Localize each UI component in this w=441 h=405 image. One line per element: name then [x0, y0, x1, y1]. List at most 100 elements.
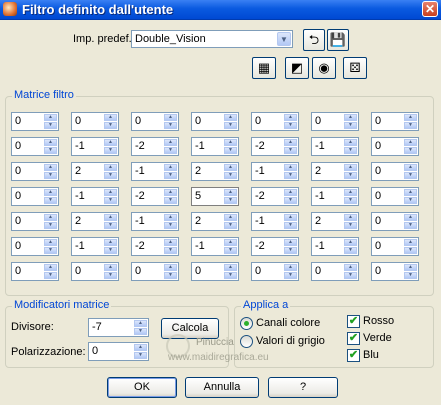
- spin-up-icon[interactable]: ▲: [344, 239, 357, 246]
- matrix-cell[interactable]: 0 ▲ ▼: [371, 162, 419, 181]
- matrix-cell[interactable]: -1 ▲ ▼: [251, 162, 299, 181]
- spin-down-icon[interactable]: ▼: [164, 147, 177, 154]
- random-button[interactable]: ⚄: [343, 57, 367, 79]
- help-button[interactable]: ?: [268, 377, 338, 398]
- spin-down-icon[interactable]: ▼: [224, 147, 237, 154]
- spin-up-icon[interactable]: ▲: [104, 139, 117, 146]
- matrix-cell[interactable]: -1 ▲ ▼: [131, 212, 179, 231]
- spin-down-icon[interactable]: ▼: [344, 272, 357, 279]
- restore-preset-button[interactable]: ⮌: [303, 29, 325, 51]
- matrix-cell[interactable]: 0 ▲ ▼: [371, 187, 419, 206]
- spin-down-icon[interactable]: ▼: [344, 122, 357, 129]
- spin-down-icon[interactable]: ▼: [284, 122, 297, 129]
- spin-down-icon[interactable]: ▼: [404, 197, 417, 204]
- matrix-cell[interactable]: 0 ▲ ▼: [251, 262, 299, 281]
- spin-up-icon[interactable]: ▲: [224, 264, 237, 271]
- matrix-cell[interactable]: 0 ▲ ▼: [371, 262, 419, 281]
- spin-up-icon[interactable]: ▲: [134, 320, 147, 327]
- matrix-cell[interactable]: 0 ▲ ▼: [371, 137, 419, 156]
- cancel-button[interactable]: Annulla: [185, 377, 259, 398]
- spin-up-icon[interactable]: ▲: [344, 139, 357, 146]
- preset-dropdown[interactable]: Double_Vision ▼: [131, 30, 293, 48]
- spin-down-icon[interactable]: ▼: [44, 222, 57, 229]
- matrix-cell[interactable]: 0 ▲ ▼: [371, 212, 419, 231]
- spin-up-icon[interactable]: ▲: [224, 139, 237, 146]
- spin-down-icon[interactable]: ▼: [404, 272, 417, 279]
- spin-down-icon[interactable]: ▼: [224, 122, 237, 129]
- spin-up-icon[interactable]: ▲: [104, 239, 117, 246]
- spin-up-icon[interactable]: ▲: [344, 264, 357, 271]
- spin-up-icon[interactable]: ▲: [404, 139, 417, 146]
- spin-up-icon[interactable]: ▲: [344, 164, 357, 171]
- matrix-cell[interactable]: -1 ▲ ▼: [311, 187, 359, 206]
- film-button[interactable]: ▦: [252, 57, 276, 79]
- spin-up-icon[interactable]: ▲: [104, 164, 117, 171]
- spin-down-icon[interactable]: ▼: [104, 222, 117, 229]
- matrix-cell[interactable]: 2 ▲ ▼: [71, 162, 119, 181]
- spin-down-icon[interactable]: ▼: [224, 172, 237, 179]
- spin-down-icon[interactable]: ▼: [104, 147, 117, 154]
- blue-checkbox[interactable]: ✔: [347, 349, 360, 362]
- spin-down-icon[interactable]: ▼: [224, 197, 237, 204]
- spin-up-icon[interactable]: ▲: [404, 164, 417, 171]
- spin-up-icon[interactable]: ▲: [44, 239, 57, 246]
- spin-down-icon[interactable]: ▼: [164, 222, 177, 229]
- spin-up-icon[interactable]: ▲: [164, 114, 177, 121]
- save-preset-button[interactable]: 💾: [327, 29, 349, 51]
- spin-down-icon[interactable]: ▼: [104, 272, 117, 279]
- matrix-cell[interactable]: -1 ▲ ▼: [311, 237, 359, 256]
- spin-down-icon[interactable]: ▼: [44, 122, 57, 129]
- spin-up-icon[interactable]: ▲: [164, 239, 177, 246]
- spin-up-icon[interactable]: ▲: [164, 214, 177, 221]
- spin-down-icon[interactable]: ▼: [344, 147, 357, 154]
- spin-up-icon[interactable]: ▲: [284, 139, 297, 146]
- matrix-cell[interactable]: 0 ▲ ▼: [11, 112, 59, 131]
- matrix-cell[interactable]: 0 ▲ ▼: [11, 187, 59, 206]
- matrix-cell[interactable]: -2 ▲ ▼: [251, 237, 299, 256]
- matrix-cell[interactable]: -1 ▲ ▼: [251, 212, 299, 231]
- matrix-cell[interactable]: 0 ▲ ▼: [251, 112, 299, 131]
- spin-up-icon[interactable]: ▲: [224, 214, 237, 221]
- spin-up-icon[interactable]: ▲: [404, 214, 417, 221]
- matrix-cell[interactable]: 0 ▲ ▼: [71, 262, 119, 281]
- bias-spinner[interactable]: 0 ▲ ▼: [88, 342, 149, 361]
- spin-up-icon[interactable]: ▲: [44, 264, 57, 271]
- matrix-cell[interactable]: 0 ▲ ▼: [371, 237, 419, 256]
- spin-down-icon[interactable]: ▼: [134, 328, 147, 335]
- spin-down-icon[interactable]: ▼: [284, 247, 297, 254]
- matrix-cell[interactable]: 0 ▲ ▼: [191, 112, 239, 131]
- matrix-cell[interactable]: -2 ▲ ▼: [251, 137, 299, 156]
- matrix-cell[interactable]: 0 ▲ ▼: [11, 212, 59, 231]
- spin-up-icon[interactable]: ▲: [404, 239, 417, 246]
- spin-up-icon[interactable]: ▲: [104, 264, 117, 271]
- matrix-cell[interactable]: -2 ▲ ▼: [131, 187, 179, 206]
- spin-down-icon[interactable]: ▼: [44, 197, 57, 204]
- matrix-cell[interactable]: 0 ▲ ▼: [71, 112, 119, 131]
- matrix-cell[interactable]: -1 ▲ ▼: [311, 137, 359, 156]
- spin-up-icon[interactable]: ▲: [224, 239, 237, 246]
- matrix-cell[interactable]: 0 ▲ ▼: [131, 112, 179, 131]
- spin-down-icon[interactable]: ▼: [104, 172, 117, 179]
- spin-up-icon[interactable]: ▲: [104, 189, 117, 196]
- spin-up-icon[interactable]: ▲: [404, 114, 417, 121]
- spin-down-icon[interactable]: ▼: [104, 197, 117, 204]
- spin-up-icon[interactable]: ▲: [404, 189, 417, 196]
- spin-down-icon[interactable]: ▼: [404, 247, 417, 254]
- green-checkbox[interactable]: ✔: [347, 332, 360, 345]
- spin-down-icon[interactable]: ▼: [284, 272, 297, 279]
- matrix-cell[interactable]: -2 ▲ ▼: [131, 237, 179, 256]
- spin-down-icon[interactable]: ▼: [164, 172, 177, 179]
- spin-down-icon[interactable]: ▼: [134, 352, 147, 359]
- red-checkbox[interactable]: ✔: [347, 315, 360, 328]
- matrix-cell[interactable]: 2 ▲ ▼: [311, 162, 359, 181]
- spin-up-icon[interactable]: ▲: [44, 164, 57, 171]
- spin-down-icon[interactable]: ▼: [284, 222, 297, 229]
- spin-up-icon[interactable]: ▲: [284, 264, 297, 271]
- matrix-cell[interactable]: 5 ▲ ▼: [191, 187, 239, 206]
- spin-down-icon[interactable]: ▼: [164, 122, 177, 129]
- matrix-cell[interactable]: 2 ▲ ▼: [71, 212, 119, 231]
- spin-down-icon[interactable]: ▼: [344, 172, 357, 179]
- spin-up-icon[interactable]: ▲: [284, 164, 297, 171]
- spin-down-icon[interactable]: ▼: [284, 172, 297, 179]
- spin-down-icon[interactable]: ▼: [224, 222, 237, 229]
